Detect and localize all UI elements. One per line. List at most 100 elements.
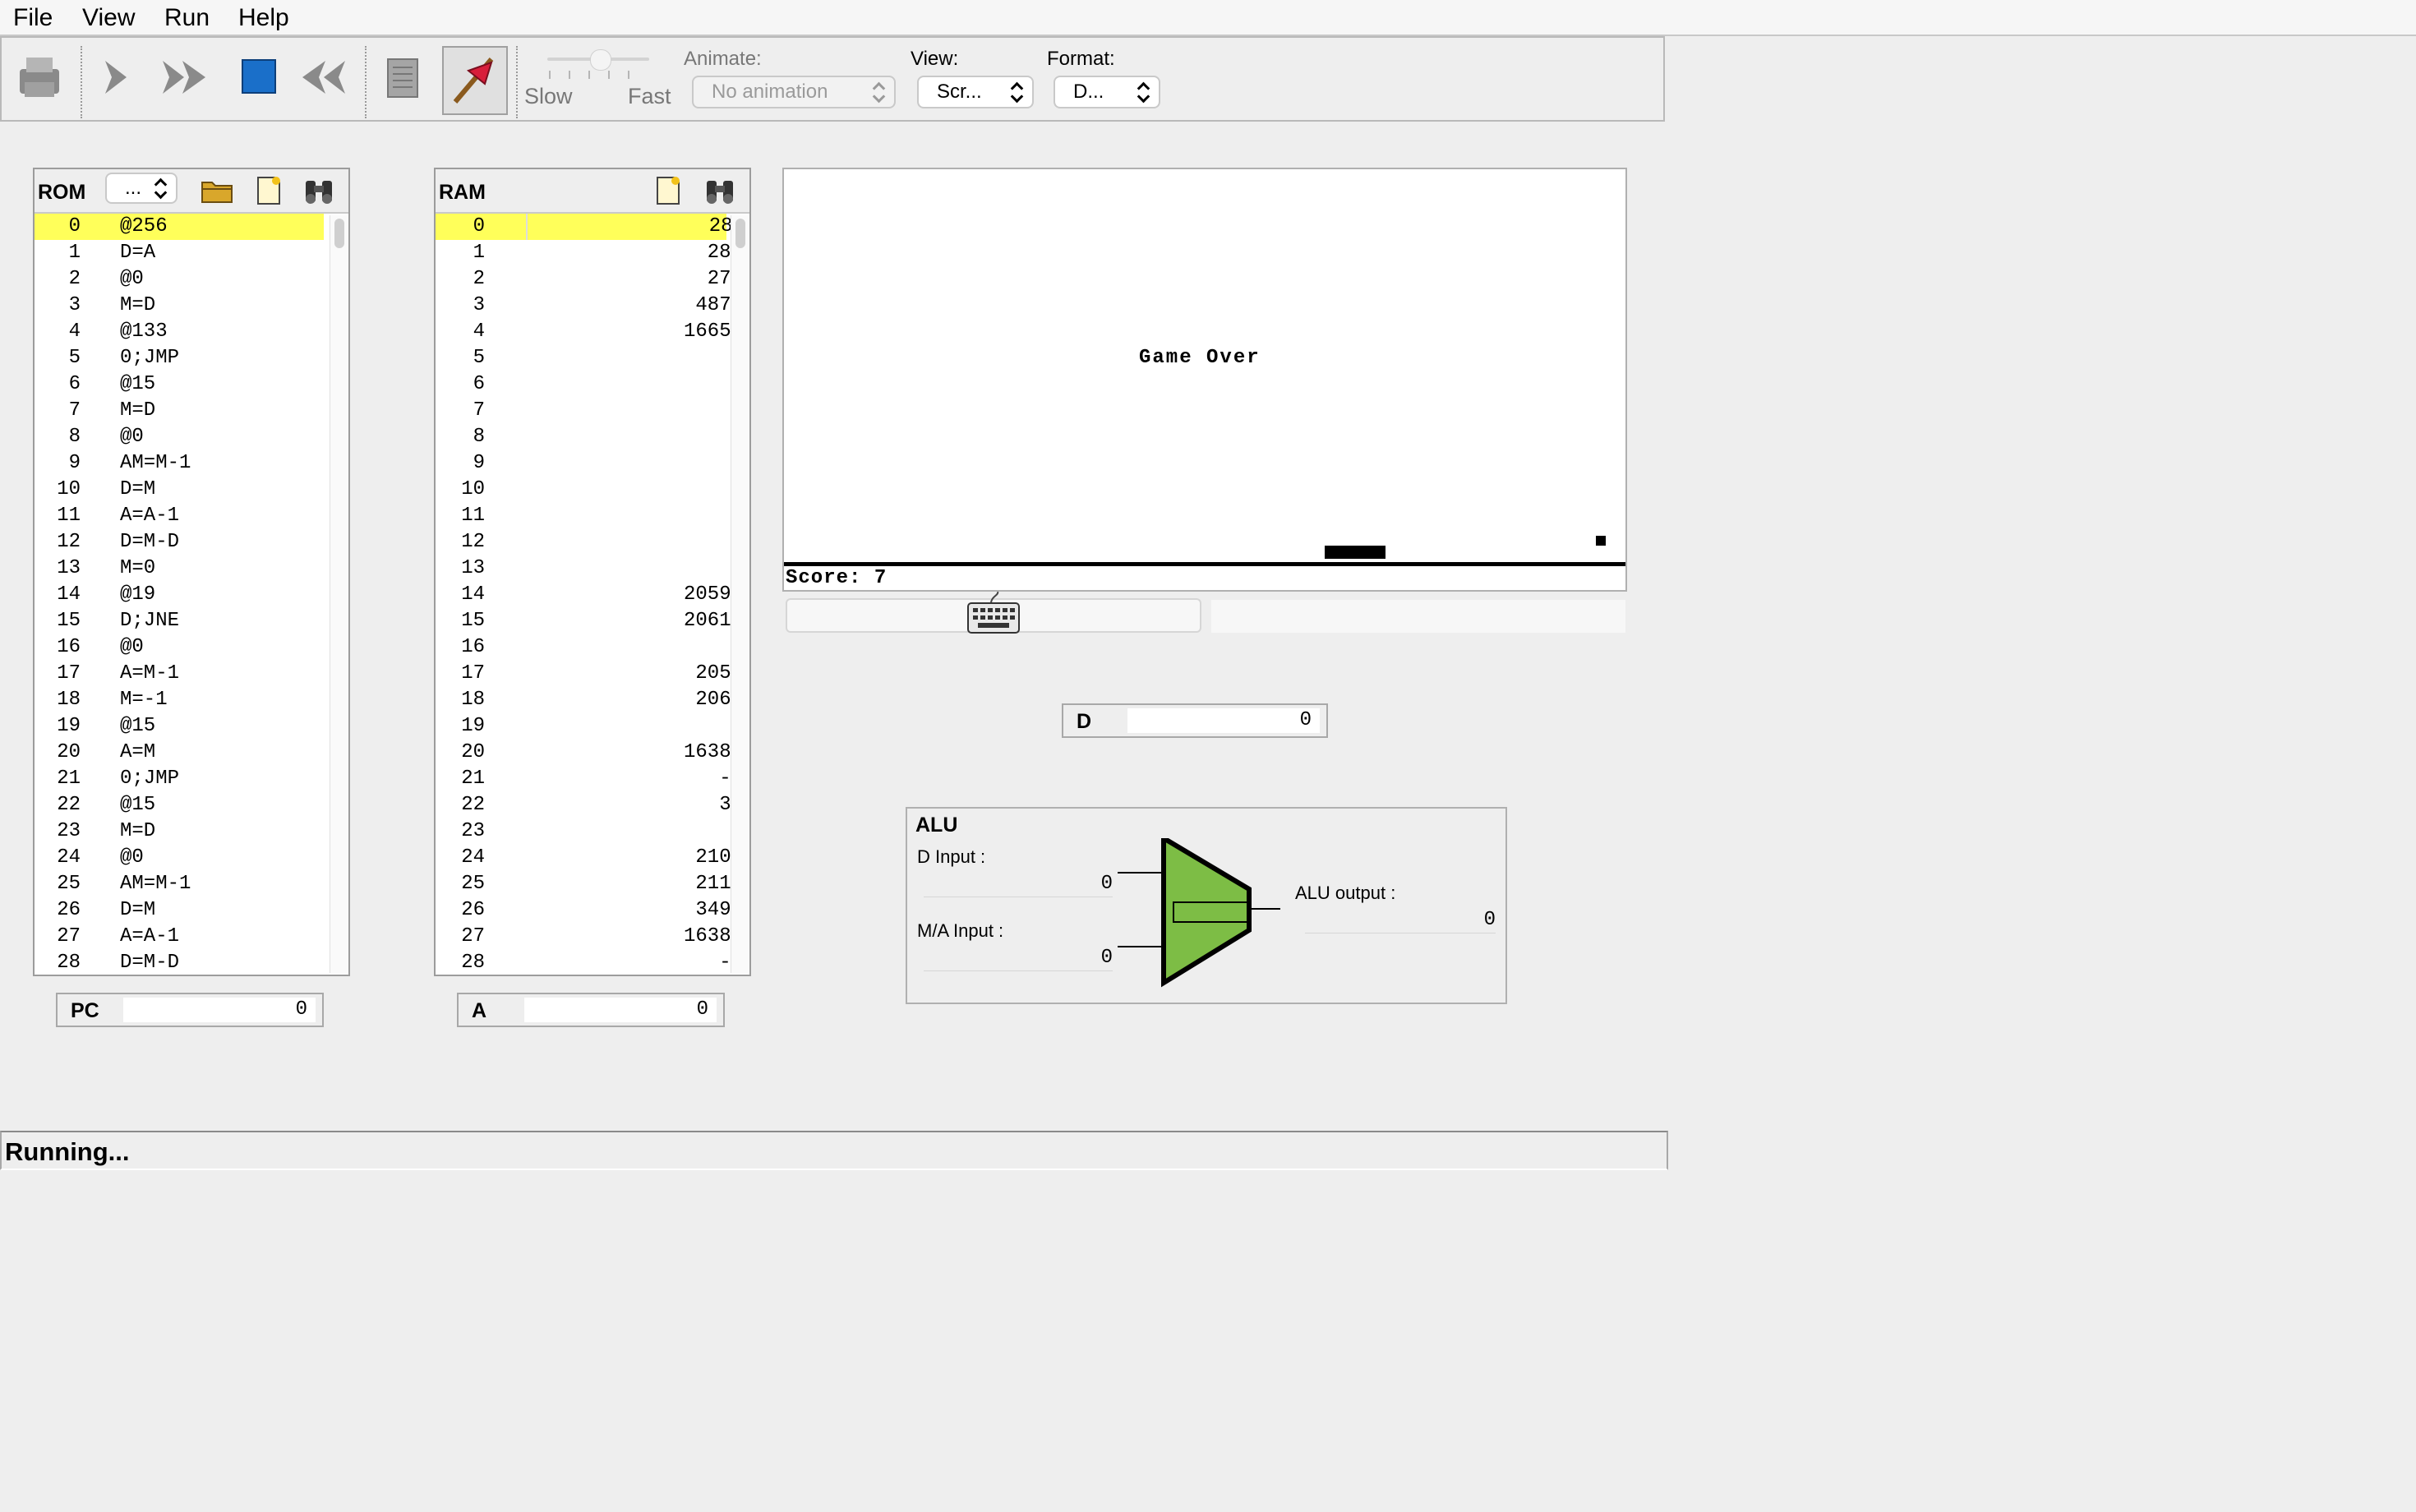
row-instruction[interactable]: @15 xyxy=(120,371,155,398)
open-folder-icon[interactable] xyxy=(199,174,235,207)
table-row[interactable]: 6 @15 xyxy=(35,371,324,398)
row-instruction[interactable]: D=M xyxy=(120,477,155,503)
table-row[interactable]: 15 D;JNE xyxy=(35,608,324,634)
script-icon[interactable] xyxy=(376,51,429,104)
row-value[interactable]: -1 xyxy=(526,950,743,976)
row-instruction[interactable]: D=M xyxy=(120,897,155,924)
row-value[interactable]: 0 xyxy=(526,818,743,845)
row-instruction[interactable]: @0 xyxy=(120,266,144,293)
table-row[interactable]: 16 @0 xyxy=(35,634,324,661)
table-row[interactable]: 7 M=D xyxy=(35,398,324,424)
row-value[interactable]: 0 xyxy=(526,713,743,740)
speed-slider[interactable] xyxy=(544,49,652,82)
row-value[interactable]: 2118 xyxy=(526,871,743,897)
table-row[interactable]: 21 0;JMP xyxy=(35,766,324,792)
table-row[interactable]: 12 0 xyxy=(436,529,743,555)
load-program-icon[interactable] xyxy=(13,51,66,104)
table-row[interactable]: 22 32 xyxy=(436,792,743,818)
row-value[interactable]: 2050 xyxy=(526,661,743,687)
row-value[interactable]: 282 xyxy=(526,240,743,266)
row-instruction[interactable]: 0;JMP xyxy=(120,766,179,792)
row-value[interactable]: 0 xyxy=(526,371,743,398)
row-instruction[interactable]: D=M-D xyxy=(120,529,179,555)
table-row[interactable]: 24 2105 xyxy=(436,845,743,871)
row-value[interactable]: 20619 xyxy=(526,608,743,634)
row-value[interactable]: 0 xyxy=(526,450,743,477)
table-row[interactable]: 18 2068 xyxy=(436,687,743,713)
row-value[interactable]: 0 xyxy=(526,345,743,371)
table-row[interactable]: 28 D=M-D xyxy=(35,950,324,976)
reset-icon[interactable] xyxy=(294,51,347,104)
row-instruction[interactable]: A=M-1 xyxy=(120,661,179,687)
table-row[interactable]: 20 16384 xyxy=(436,740,743,766)
row-value[interactable]: 0 xyxy=(526,555,743,582)
a-value[interactable]: 0 xyxy=(524,998,717,1022)
table-row[interactable]: 16 0 xyxy=(436,634,743,661)
row-value[interactable]: 0 xyxy=(526,529,743,555)
menu-help[interactable]: Help xyxy=(238,3,289,33)
row-instruction[interactable]: A=M xyxy=(120,740,155,766)
row-value[interactable]: 0 xyxy=(526,424,743,450)
stop-icon[interactable] xyxy=(233,51,286,104)
single-step-icon[interactable] xyxy=(90,51,143,104)
menu-view[interactable]: View xyxy=(82,3,135,33)
table-row[interactable]: 23 M=D xyxy=(35,818,324,845)
table-row[interactable]: 21 -1 xyxy=(436,766,743,792)
row-value[interactable]: 284 xyxy=(526,214,745,240)
table-row[interactable]: 5 0;JMP xyxy=(35,345,324,371)
table-row[interactable]: 26 3495 xyxy=(436,897,743,924)
view-select[interactable]: Scr... xyxy=(917,76,1034,108)
table-row[interactable]: 9 AM=M-1 xyxy=(35,450,324,477)
new-file-icon[interactable] xyxy=(251,174,284,207)
table-row[interactable]: 24 @0 xyxy=(35,845,324,871)
row-value[interactable]: -1 xyxy=(526,766,743,792)
table-row[interactable]: 25 2118 xyxy=(436,871,743,897)
table-row[interactable]: 11 0 xyxy=(436,503,743,529)
row-value[interactable]: 277 xyxy=(526,266,743,293)
row-value[interactable]: 16655 xyxy=(526,319,743,345)
table-row[interactable]: 8 @0 xyxy=(35,424,324,450)
table-row[interactable]: 11 A=A-1 xyxy=(35,503,324,529)
table-row[interactable]: 27 16384 xyxy=(436,924,743,950)
new-file-icon[interactable] xyxy=(651,174,684,207)
rom-scrollbar-thumb[interactable] xyxy=(334,219,344,248)
row-instruction[interactable]: M=-1 xyxy=(120,687,168,713)
row-instruction[interactable]: M=D xyxy=(120,293,155,319)
table-row[interactable]: 0 284 xyxy=(436,214,745,240)
table-row[interactable]: 13 M=0 xyxy=(35,555,324,582)
row-value[interactable]: 2105 xyxy=(526,845,743,871)
row-instruction[interactable]: D;JNE xyxy=(120,608,179,634)
keyboard-icon[interactable] xyxy=(966,591,1021,638)
row-instruction[interactable]: M=D xyxy=(120,398,155,424)
table-row[interactable]: 90 xyxy=(436,450,743,477)
table-row[interactable]: 4 16655 xyxy=(436,319,743,345)
row-instruction[interactable]: @15 xyxy=(120,713,155,740)
row-instruction[interactable]: D=A xyxy=(120,240,155,266)
rom-format-select[interactable]: ... xyxy=(105,173,178,204)
row-value[interactable]: 4872 xyxy=(526,293,743,319)
table-row[interactable]: 25 AM=M-1 xyxy=(35,871,324,897)
table-row[interactable]: 20 A=M xyxy=(35,740,324,766)
run-icon[interactable] xyxy=(156,51,209,104)
row-instruction[interactable]: M=D xyxy=(120,818,155,845)
row-instruction[interactable]: @133 xyxy=(120,319,168,345)
table-row[interactable]: 1 282 xyxy=(436,240,743,266)
row-instruction[interactable]: 0;JMP xyxy=(120,345,179,371)
row-instruction[interactable]: @0 xyxy=(120,424,144,450)
row-value[interactable]: 0 xyxy=(526,634,743,661)
row-instruction[interactable]: AM=M-1 xyxy=(120,450,191,477)
table-row[interactable]: 19 0 xyxy=(436,713,743,740)
menu-file[interactable]: File xyxy=(13,3,53,33)
table-row[interactable]: 60 xyxy=(436,371,743,398)
table-row[interactable]: 3 M=D xyxy=(35,293,324,319)
row-instruction[interactable]: @15 xyxy=(120,792,155,818)
ram-scrollbar-thumb[interactable] xyxy=(735,219,745,248)
row-instruction[interactable]: AM=M-1 xyxy=(120,871,191,897)
table-row[interactable]: 4 @133 xyxy=(35,319,324,345)
table-row[interactable]: 28 -1 xyxy=(436,950,743,976)
row-instruction[interactable]: @19 xyxy=(120,582,155,608)
rom-scrollbar[interactable] xyxy=(330,215,348,973)
table-row[interactable]: 17 2050 xyxy=(436,661,743,687)
table-row[interactable]: 23 0 xyxy=(436,818,743,845)
row-value[interactable]: 2068 xyxy=(526,687,743,713)
